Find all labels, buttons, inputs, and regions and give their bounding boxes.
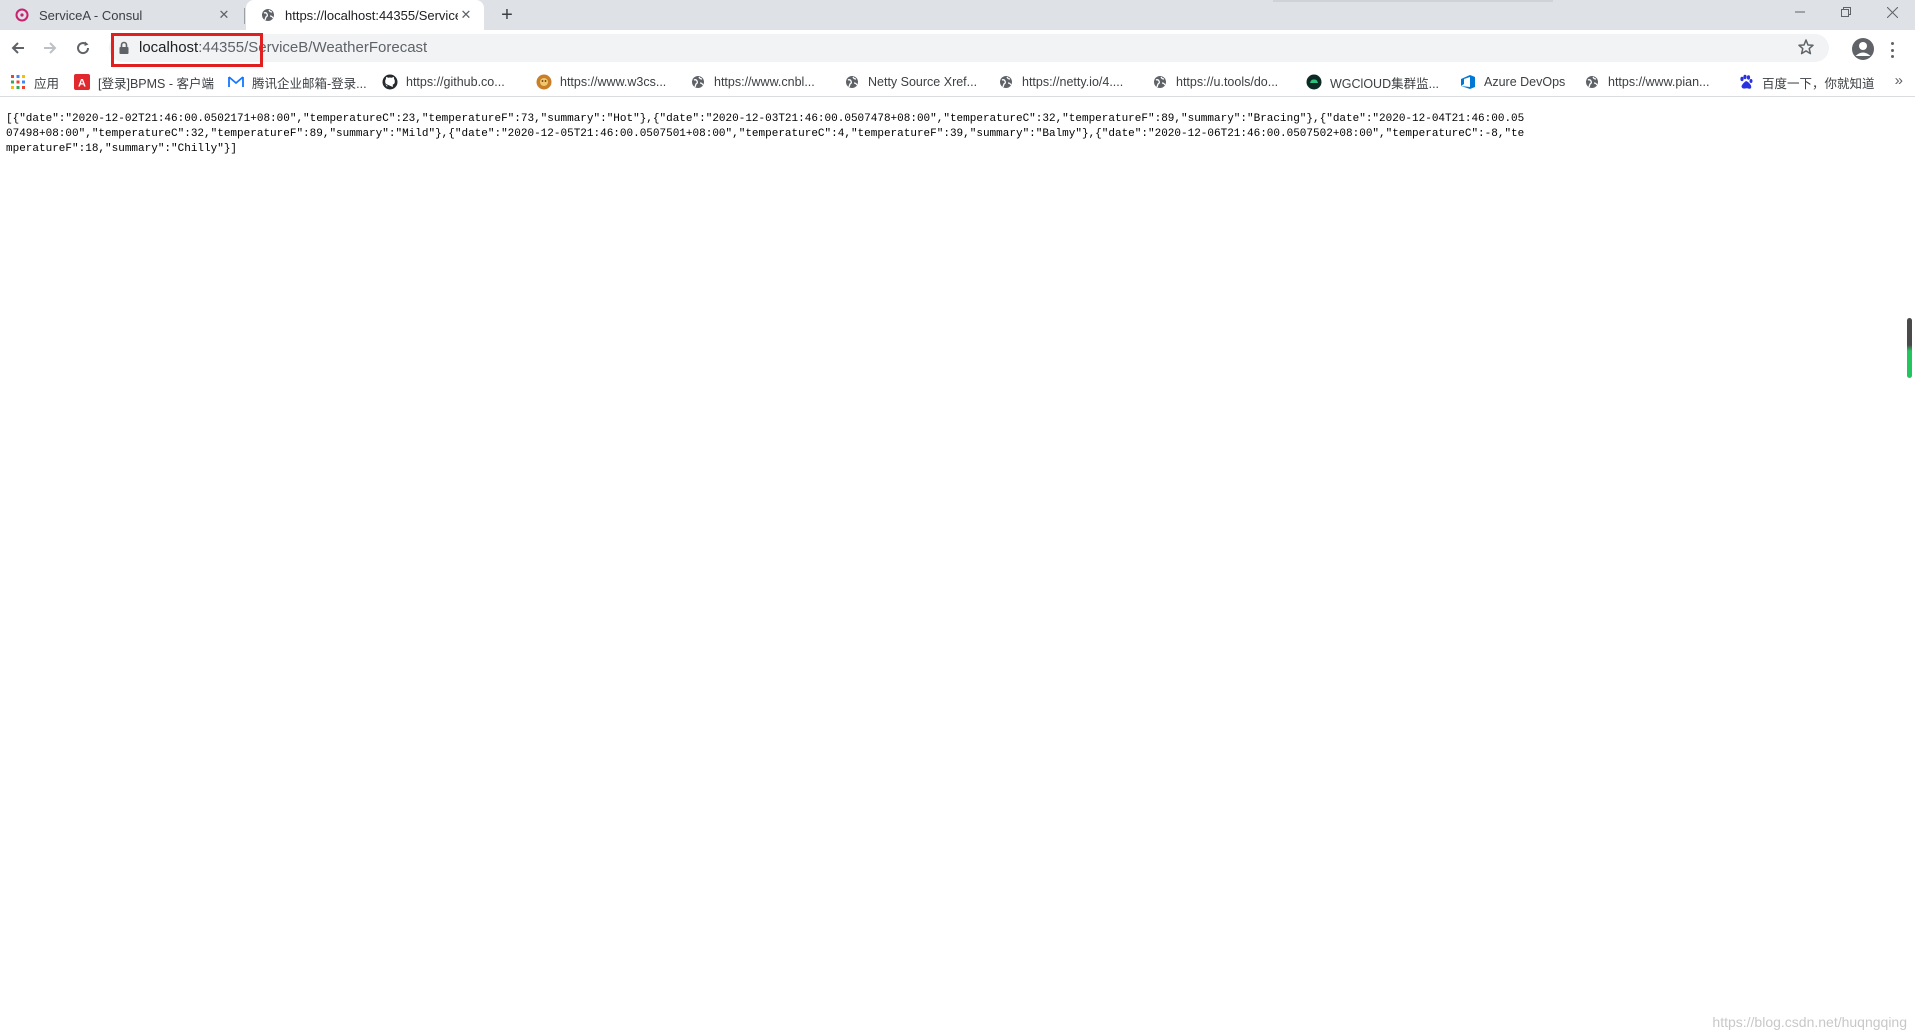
bookmark-netty-xref[interactable]: Netty Source Xref... — [844, 68, 977, 96]
apps-grid-icon — [10, 74, 26, 90]
bookmark-label: https://u.tools/do... — [1176, 75, 1279, 89]
tencent-mail-icon — [228, 74, 244, 90]
bookmark-cnblogs[interactable]: https://www.cnbl... — [690, 68, 815, 96]
tab-title: ServiceA - Consul — [39, 7, 143, 23]
azure-devops-icon — [1460, 74, 1476, 90]
globe-icon — [1152, 74, 1168, 90]
svg-text:A: A — [78, 78, 86, 90]
w3cschool-icon — [536, 74, 552, 90]
github-icon — [382, 74, 398, 90]
bookmark-azure-devops[interactable]: Azure DevOps — [1460, 68, 1565, 96]
tab-weather-forecast[interactable]: https://localhost:44355/ServiceB/Weather… — [246, 0, 484, 30]
bookmark-label: 应用 — [34, 76, 60, 91]
star-bookmark-icon[interactable] — [1797, 38, 1815, 56]
bookmark-label: Azure DevOps — [1484, 75, 1566, 89]
bookmark-wgcloud[interactable]: WGClOUD集群监... — [1306, 68, 1439, 96]
bookmark-label: [登录]BPMS - 客户端 — [98, 76, 214, 91]
tab-strip: ServiceA - Consul ✕ https://localhost:44… — [0, 0, 1915, 30]
close-window-icon[interactable] — [1869, 0, 1915, 24]
consul-icon — [14, 7, 30, 23]
back-icon[interactable] — [6, 36, 30, 60]
menu-dot — [1890, 42, 1894, 45]
bookmark-pian[interactable]: https://www.pian... — [1584, 68, 1709, 96]
bookmark-utools[interactable]: https://u.tools/do... — [1152, 68, 1278, 96]
tabstrip-drag-area — [1273, 0, 1553, 2]
scroll-indicator[interactable] — [1907, 318, 1912, 378]
browser-toolbar: localhost:44355/ServiceB/WeatherForecast — [0, 30, 1915, 66]
bpms-icon: A — [74, 74, 90, 90]
bookmark-label: https://github.co... — [406, 75, 505, 89]
profile-avatar-icon[interactable] — [1851, 37, 1875, 61]
tab-title: https://localhost:44355/ServiceB/Weather… — [285, 7, 458, 23]
window-controls — [1777, 0, 1915, 30]
bookmark-tencent-mail[interactable]: 腾讯企业邮箱-登录... — [228, 68, 367, 96]
bookmark-netty-io[interactable]: https://netty.io/4.... — [998, 68, 1123, 96]
bookmark-bpms[interactable]: A [登录]BPMS - 客户端 — [74, 68, 214, 96]
bookmark-label: WGClOUD集群监... — [1330, 76, 1440, 91]
bookmark-label: https://www.cnbl... — [714, 75, 815, 89]
globe-icon — [690, 74, 706, 90]
globe-icon — [844, 74, 860, 90]
bookmark-label: https://netty.io/4.... — [1022, 75, 1124, 89]
bookmark-label: 腾讯企业邮箱-登录... — [252, 76, 367, 91]
menu-dot — [1890, 48, 1894, 52]
bookmarks-bar: 应用 A [登录]BPMS - 客户端 腾讯企业邮箱-登录... https:/… — [0, 68, 1915, 97]
url-highlight-box — [111, 33, 263, 67]
bookmark-github[interactable]: https://github.co... — [382, 68, 505, 96]
globe-icon — [260, 7, 276, 23]
globe-icon — [1584, 74, 1600, 90]
wgcloud-icon — [1306, 74, 1322, 90]
minimize-icon[interactable] — [1777, 0, 1823, 24]
tab-separator — [244, 8, 245, 24]
forward-icon[interactable] — [38, 36, 62, 60]
bookmark-label: https://www.pian... — [1608, 75, 1710, 89]
reload-icon[interactable] — [71, 36, 95, 60]
bookmark-label: Netty Source Xref... — [868, 75, 978, 89]
baidu-icon — [1738, 74, 1754, 90]
json-response-body: [{"date":"2020-12-02T21:46:00.0502171+08… — [6, 113, 1525, 155]
menu-dot — [1890, 55, 1894, 58]
bookmarks-overflow-icon[interactable]: » — [1895, 72, 1903, 89]
bookmark-label: https://www.w3cs... — [560, 75, 667, 89]
tab-servicea-consul[interactable]: ServiceA - Consul ✕ — [0, 0, 242, 30]
bookmark-label: 百度一下，你就知道 — [1762, 76, 1875, 91]
bookmark-apps[interactable]: 应用 — [10, 68, 59, 96]
bookmark-w3cschool[interactable]: https://www.w3cs... — [536, 68, 666, 96]
close-icon[interactable]: ✕ — [458, 7, 474, 23]
globe-icon — [998, 74, 1014, 90]
close-icon[interactable]: ✕ — [216, 7, 232, 23]
address-bar[interactable]: localhost:44355/ServiceB/WeatherForecast — [109, 34, 1829, 62]
bookmark-baidu[interactable]: 百度一下，你就知道 — [1738, 68, 1875, 96]
restore-icon[interactable] — [1823, 0, 1869, 24]
watermark: https://blog.csdn.net/huqngqing — [1712, 1014, 1907, 1030]
menu-kebab-icon[interactable] — [1886, 40, 1898, 60]
new-tab-button[interactable]: + — [496, 4, 518, 26]
